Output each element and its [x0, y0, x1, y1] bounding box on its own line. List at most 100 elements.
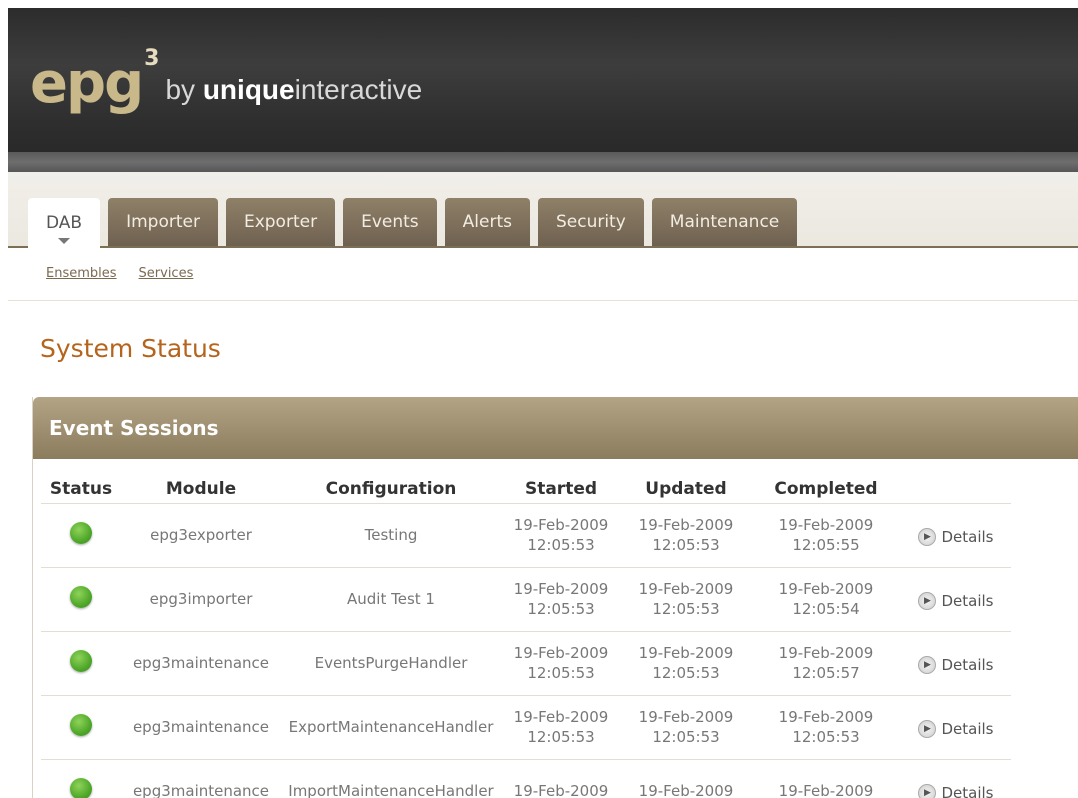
brand-logo[interactable]: epg 3 by uniqueinteractive [30, 46, 422, 116]
tab-importer[interactable]: Importer [108, 198, 218, 246]
app-header: epg 3 by uniqueinteractive [8, 8, 1078, 172]
details-cell: ▶ Details [901, 630, 1011, 695]
updated-time: 12:05:53 [652, 728, 720, 746]
subnav-ensembles-link[interactable]: Ensembles [46, 266, 117, 281]
tab-bar: DAB Importer Exporter Events Alerts Secu… [8, 172, 1078, 248]
updated-time: 12:05:53 [652, 600, 720, 618]
completed-cell: 19-Feb-2009 12:05:54 [751, 566, 901, 631]
completed-cell: 19-Feb-2009 12:05:57 [751, 630, 901, 695]
module-cell: epg3maintenance [121, 694, 281, 759]
completed-cell: 19-Feb-2009 12:05:55 [751, 502, 901, 567]
started-cell: 19-Feb-2009 12:05:53 [501, 566, 621, 631]
details-button[interactable]: ▶ Details [918, 783, 994, 798]
completed-cell: 19-Feb-2009 12:05:53 [751, 694, 901, 759]
started-date: 19-Feb-2009 [513, 516, 609, 534]
tab-security[interactable]: Security [537, 198, 644, 246]
details-label: Details [941, 591, 994, 610]
logo-superscript: 3 [144, 46, 160, 71]
started-cell: 19-Feb-2009 12:05:53 [501, 502, 621, 567]
details-button[interactable]: ▶ Details [918, 527, 994, 546]
details-button[interactable]: ▶ Details [918, 719, 994, 738]
status-ok-icon [70, 586, 92, 608]
details-icon: ▶ [918, 783, 937, 798]
configuration-cell: ExportMaintenanceHandler [281, 694, 501, 759]
started-cell: 19-Feb-2009 12:05:53 [501, 630, 621, 695]
tab-events[interactable]: Events [343, 198, 437, 246]
completed-cell: 19-Feb-2009 [751, 758, 901, 798]
status-ok-icon [70, 522, 92, 544]
logo-company-bold: unique [202, 74, 295, 105]
configuration-cell: Audit Test 1 [281, 566, 501, 631]
updated-time: 12:05:53 [652, 536, 720, 554]
started-cell: 19-Feb-2009 12:05:53 [501, 694, 621, 759]
updated-cell: 19-Feb-2009 12:05:53 [621, 502, 751, 567]
updated-date: 19-Feb-2009 [638, 782, 734, 798]
status-cell [41, 566, 121, 631]
status-ok-icon [70, 778, 92, 798]
table-header-row: Status Module Configuration Started Upda… [41, 459, 1011, 503]
page-title: System Status [40, 334, 221, 363]
details-button[interactable]: ▶ Details [918, 655, 994, 674]
details-cell: ▶ Details [901, 694, 1011, 759]
header-band [8, 152, 1078, 172]
tab-exporter[interactable]: Exporter [225, 198, 336, 246]
started-date: 19-Feb-2009 [513, 708, 609, 726]
panel-header: Event Sessions [33, 397, 1078, 459]
table-row: epg3maintenance EventsPurgeHandler 19-Fe… [41, 630, 1011, 695]
started-time: 12:05:53 [527, 728, 595, 746]
tab-maintenance[interactable]: Maintenance [651, 198, 798, 246]
status-cell [41, 758, 121, 798]
tab-dab[interactable]: DAB [28, 198, 101, 248]
table-row: epg3exporter Testing 19-Feb-2009 12:05:53… [41, 502, 1011, 567]
event-sessions-panel: Event Sessions Status Module Configurati… [32, 397, 1078, 798]
event-sessions-table: Status Module Configuration Started Upda… [41, 459, 1011, 798]
updated-cell: 19-Feb-2009 12:05:53 [621, 694, 751, 759]
table-row: epg3maintenance ImportMaintenanceHandler… [41, 758, 1011, 798]
completed-date: 19-Feb-2009 [778, 782, 874, 798]
column-header-updated: Updated [645, 478, 727, 499]
updated-time: 12:05:53 [652, 664, 720, 682]
configuration-cell: ImportMaintenanceHandler [281, 758, 501, 798]
completed-time: 12:05:53 [792, 728, 860, 746]
logo-tagline: by uniqueinteractive [165, 74, 422, 106]
sub-navigation: Ensembles Services [46, 266, 193, 281]
started-time: 12:05:53 [527, 664, 595, 682]
logo-epg-text: epg [30, 51, 144, 116]
completed-date: 19-Feb-2009 [778, 516, 874, 534]
tab-alerts[interactable]: Alerts [444, 198, 530, 246]
completed-time: 12:05:55 [792, 536, 860, 554]
status-ok-icon [70, 650, 92, 672]
table-row: epg3importer Audit Test 1 19-Feb-2009 12:… [41, 566, 1011, 631]
started-date: 19-Feb-2009 [513, 644, 609, 662]
updated-date: 19-Feb-2009 [638, 516, 734, 534]
status-ok-icon [70, 714, 92, 736]
details-label: Details [941, 527, 994, 546]
started-date: 19-Feb-2009 [513, 782, 609, 798]
module-cell: epg3importer [121, 566, 281, 631]
details-label: Details [941, 719, 994, 738]
column-header-module: Module [165, 478, 237, 499]
details-icon: ▶ [918, 591, 937, 610]
details-button[interactable]: ▶ Details [918, 591, 994, 610]
divider [8, 300, 1078, 301]
started-date: 19-Feb-2009 [513, 580, 609, 598]
logo-company-rest: interactive [294, 74, 423, 105]
panel-title: Event Sessions [49, 416, 219, 440]
updated-date: 19-Feb-2009 [638, 580, 734, 598]
subnav-services-link[interactable]: Services [139, 266, 194, 281]
column-header-configuration: Configuration [325, 478, 457, 499]
updated-cell: 19-Feb-2009 [621, 758, 751, 798]
details-cell: ▶ Details [901, 758, 1011, 798]
details-icon: ▶ [918, 719, 937, 738]
status-cell [41, 630, 121, 695]
configuration-cell: EventsPurgeHandler [281, 630, 501, 695]
updated-cell: 19-Feb-2009 12:05:53 [621, 630, 751, 695]
module-cell: epg3exporter [121, 502, 281, 567]
column-header-started: Started [524, 478, 598, 499]
status-cell [41, 694, 121, 759]
details-cell: ▶ Details [901, 502, 1011, 567]
details-label: Details [941, 783, 994, 798]
page-gutter [0, 0, 8, 798]
updated-date: 19-Feb-2009 [638, 644, 734, 662]
completed-time: 12:05:57 [792, 664, 860, 682]
